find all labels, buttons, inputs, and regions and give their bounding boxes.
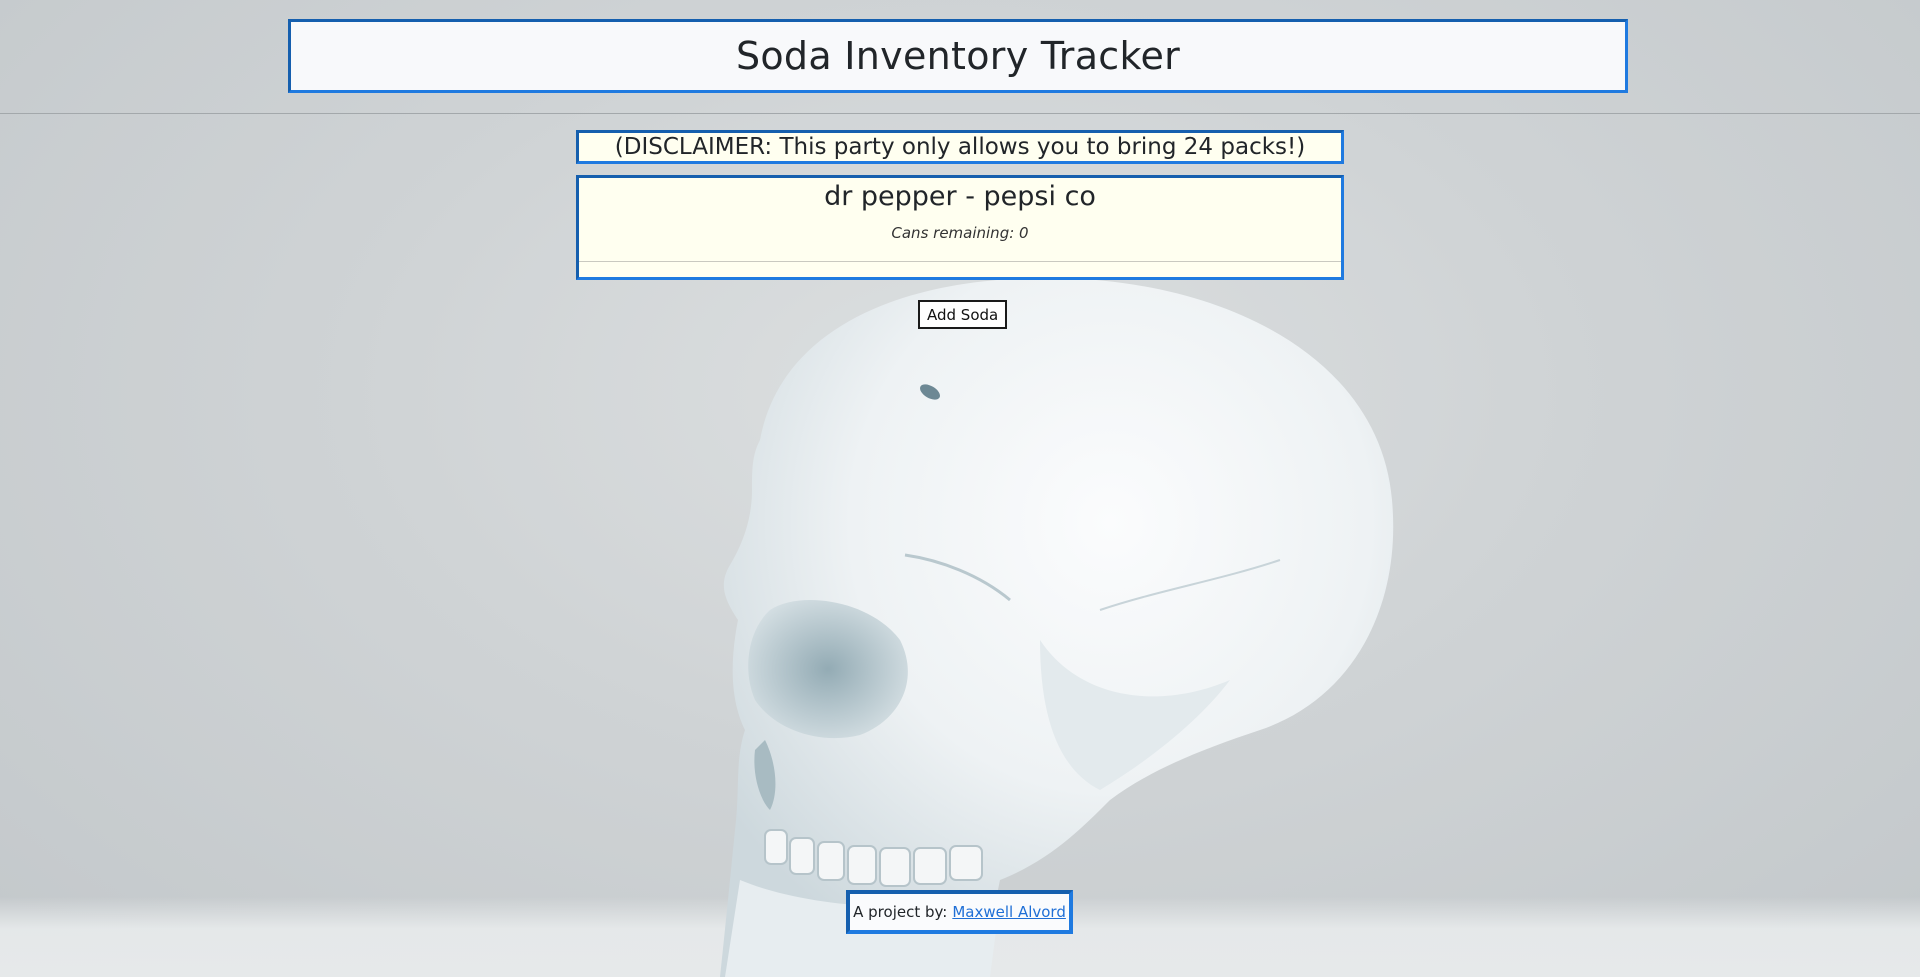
cans-remaining-text: Cans remaining: 0	[891, 224, 1029, 242]
author-link[interactable]: Maxwell Alvord	[952, 903, 1066, 921]
card-footer-divider	[579, 261, 1341, 262]
footer-prefix: A project by:	[853, 903, 948, 921]
disclaimer-banner: (DISCLAIMER: This party only allows you …	[576, 130, 1344, 164]
page-title: Soda Inventory Tracker	[735, 34, 1181, 78]
disclaimer-text: (DISCLAIMER: This party only allows you …	[614, 134, 1306, 160]
soda-name: dr pepper - pepsi co	[824, 181, 1096, 212]
footer-credit: A project by: Maxwell Alvord	[846, 890, 1073, 934]
add-soda-button[interactable]: Add Soda	[918, 300, 1008, 329]
soda-card: dr pepper - pepsi co Cans remaining: 0	[576, 175, 1344, 280]
header: Soda Inventory Tracker	[288, 19, 1628, 93]
header-divider	[0, 113, 1920, 114]
